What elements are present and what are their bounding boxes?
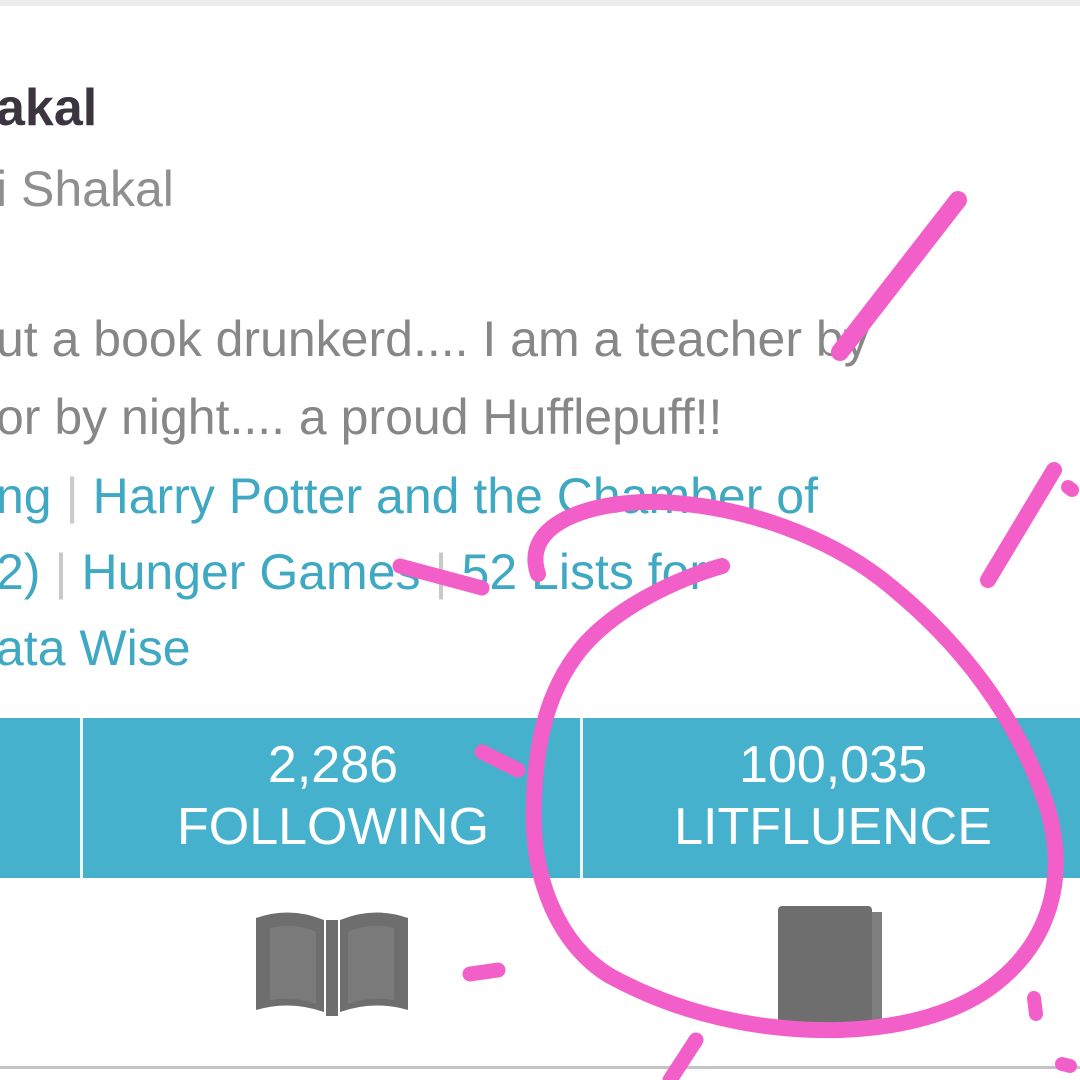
open-book-icon[interactable] bbox=[250, 908, 414, 1018]
favorite-link[interactable]: ata Wise bbox=[0, 620, 191, 676]
bio-line: ut a book drunkerd.... I am a teacher by bbox=[0, 311, 869, 367]
profile-name: akal bbox=[0, 79, 98, 137]
separator: | bbox=[65, 468, 79, 524]
annotation-stroke bbox=[1061, 480, 1079, 497]
favorite-link[interactable]: ng bbox=[0, 468, 52, 524]
favorites-row: 2) | Hunger Games | 52 Lists for bbox=[0, 534, 818, 610]
stat-litfluence-label: LITFLUENCE bbox=[674, 798, 992, 856]
profile-bio: ut a book drunkerd.... I am a teacher by… bbox=[0, 300, 869, 456]
favorite-link[interactable]: 52 Lists for bbox=[462, 544, 707, 600]
stat-following[interactable]: 2,286 FOLLOWING bbox=[83, 718, 583, 878]
top-edge bbox=[0, 0, 1080, 6]
annotation-stroke bbox=[662, 1032, 704, 1080]
annotation-stroke bbox=[462, 962, 506, 982]
separator: | bbox=[434, 544, 448, 600]
annotation-stroke bbox=[1027, 991, 1043, 1021]
profile-handle: i Shakal bbox=[0, 161, 174, 217]
favorites-row: ata Wise bbox=[0, 610, 818, 686]
separator: | bbox=[54, 544, 68, 600]
stat-following-value: 2,286 bbox=[267, 736, 399, 794]
closed-book-icon[interactable] bbox=[774, 904, 886, 1024]
favorite-link[interactable]: Harry Potter and the Chamber of bbox=[93, 468, 818, 524]
stats-bar: 2,286 FOLLOWING 100,035 LITFLUENCE bbox=[0, 718, 1080, 878]
favorite-books: ng | Harry Potter and the Chamber of 2) | Hu… bbox=[0, 458, 818, 686]
stat-following-label: FOLLOWING bbox=[176, 798, 490, 856]
favorite-link[interactable]: 2) bbox=[0, 544, 40, 600]
stat-litfluence-value: 100,035 bbox=[739, 736, 927, 794]
favorite-link[interactable]: Hunger Games bbox=[81, 544, 420, 600]
favorites-row: ng | Harry Potter and the Chamber of bbox=[0, 458, 818, 534]
bottom-divider bbox=[0, 1066, 1080, 1069]
stat-litfluence[interactable]: 100,035 LITFLUENCE bbox=[583, 718, 1080, 878]
bio-line: or by night.... a proud Hufflepuff!! bbox=[0, 389, 723, 445]
annotation-stroke bbox=[980, 462, 1062, 588]
